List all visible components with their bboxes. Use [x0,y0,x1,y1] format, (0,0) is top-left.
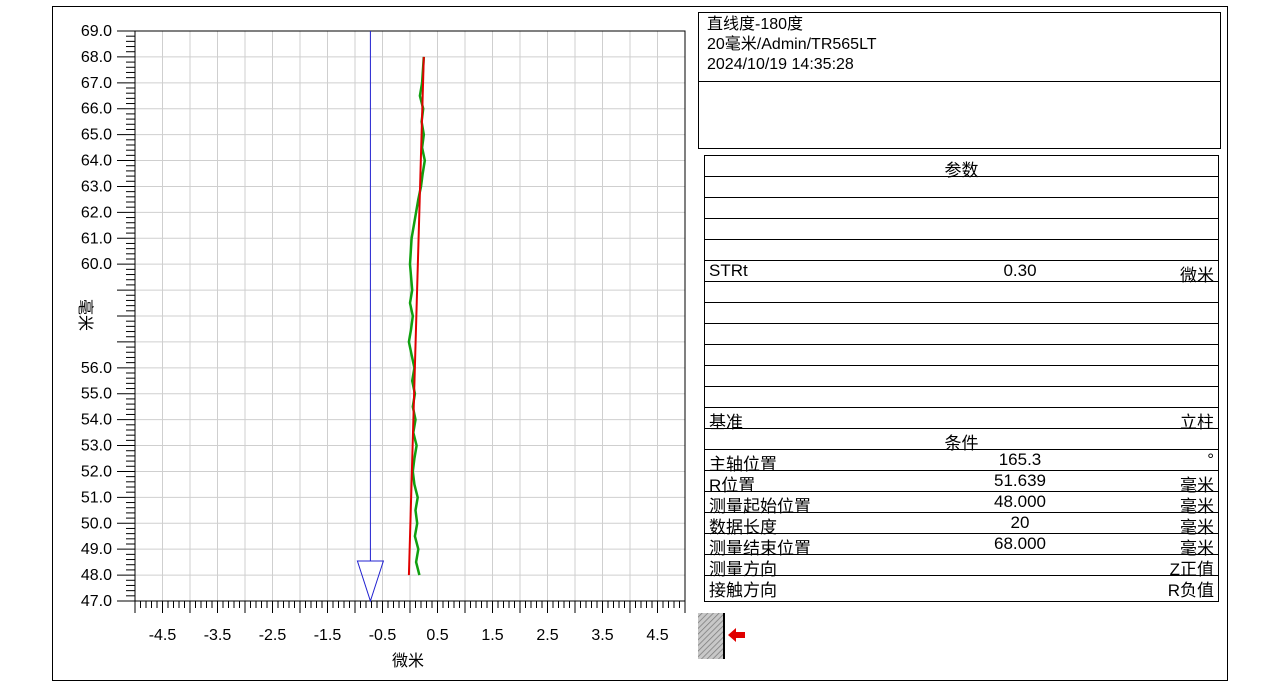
condition-row: 测量起始位置 48.000 毫米 [705,492,1218,516]
y-tick-label: 52.0 [81,463,112,480]
blank-row [705,387,1218,408]
probe-arrow-icon [728,628,745,642]
y-tick-label: 50.0 [81,515,112,532]
condition-label: 接触方向 [709,581,777,600]
y-tick-label: 66.0 [81,101,112,118]
strt-value: 0.30 [1003,261,1037,280]
condition-value: 68.000 [994,534,1046,553]
blank-row [705,345,1218,366]
x-tick-label: -2.5 [259,627,287,644]
y-tick-label: 48.0 [81,567,112,584]
reference-arrow-head-icon [356,560,385,603]
x-tick-label: 0.5 [426,627,448,644]
condition-row: R位置 51.639 毫米 [705,471,1218,495]
y-tick-label: 67.0 [81,75,112,92]
condition-row: 数据长度 20 毫米 [705,513,1218,537]
condition-row: 主轴位置 165.3 ° [705,450,1218,474]
blank-row [705,324,1218,345]
blank-row [705,198,1218,219]
blank-row [705,303,1218,324]
strt-label: STRt [709,261,748,280]
conditions-title-row: 条件 [705,429,1218,453]
x-tick-label: 4.5 [646,627,668,644]
condition-value: 165.3 [998,450,1042,469]
y-tick-label: 51.0 [81,489,112,506]
y-tick-label: 60.0 [81,256,112,273]
y-tick-label: 47.0 [81,593,112,610]
straightness-chart: 69.0 68.0 67.0 66.0 65.0 64.0 63.0 62.0 61.0 60.0… [76,23,686,670]
y-tick-label: 69.0 [81,23,112,40]
strt-row: STRt 0.30 微米 [705,261,1218,285]
x-tick-label: 2.5 [536,627,558,644]
x-tick-label: -0.5 [369,627,397,644]
y-tick-label: 56.0 [81,360,112,377]
y-tick-label: 61.0 [81,230,112,247]
y-tick-label: 49.0 [81,541,112,558]
x-tick-label: -1.5 [314,627,342,644]
blank-row [705,219,1218,240]
y-tick-label: 53.0 [81,438,112,455]
blank-row [705,282,1218,303]
header-divider [699,81,1220,82]
condition-row: 接触方向 R负值 [705,576,1218,601]
condition-row: 测量方向 Z正值 [705,555,1218,579]
condition-value: 48.000 [994,492,1046,511]
y-tick-label: 63.0 [81,178,112,195]
y-tick-label: 68.0 [81,49,112,66]
probe-block [698,613,724,659]
y-tick-label: 65.0 [81,127,112,144]
condition-value: 20 [1010,513,1030,532]
y-tick-label: 64.0 [81,153,112,170]
x-axis-title: 微米 [392,652,424,670]
probe-contact-icon [698,613,745,659]
minor-ticks [117,30,686,613]
x-tick-label: 3.5 [591,627,613,644]
parameter-table: 参数 STRt 0.30 微米 基准 立柱 条件 主轴位置 165.3 ° R位… [704,155,1219,602]
header-timestamp: 2024/10/19 14:35:28 [707,56,854,73]
y-axis-title: 毫米 [76,299,95,331]
header-subtitle: 20毫米/Admin/TR565LT [707,36,877,53]
condition-unit: R负值 [1167,581,1214,600]
condition-unit: ° [1207,450,1214,469]
x-tick-label: -4.5 [149,627,177,644]
condition-row: 测量结束位置 68.000 毫米 [705,534,1218,558]
param-title-row: 参数 [705,156,1218,180]
y-tick-label: 54.0 [81,412,112,429]
x-tick-label: -3.5 [204,627,232,644]
y-tick-label: 62.0 [81,204,112,221]
header-title: 直线度-180度 [707,16,804,33]
x-tick-labels: -4.5 -3.5 -2.5 -1.5 -0.5 0.5 1.5 2.5 3.5 4.5 [149,627,669,644]
blank-row [705,177,1218,198]
blank-row [705,366,1218,387]
condition-value: 51.639 [994,471,1046,490]
blank-row [705,240,1218,261]
y-tick-label: 55.0 [81,386,112,403]
report-header: 直线度-180度 20毫米/Admin/TR565LT 2024/10/19 1… [698,12,1221,149]
datum-row: 基准 立柱 [705,408,1218,432]
x-tick-label: 1.5 [481,627,503,644]
